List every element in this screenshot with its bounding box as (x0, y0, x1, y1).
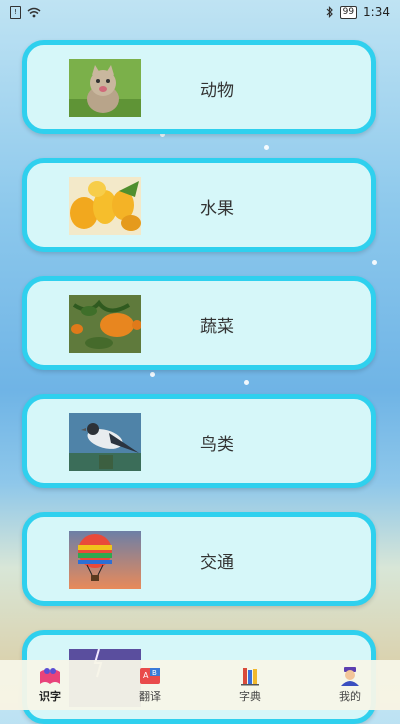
status-bar: ! 99 1:34 (0, 0, 400, 24)
category-card-transport[interactable]: 交通 (22, 512, 376, 606)
snow-speck (372, 260, 377, 265)
bottom-tab-bar: 识字 A B 翻译 字典 我的 (0, 660, 400, 710)
battery-indicator: 99 (339, 5, 358, 19)
open-book-icon (40, 668, 60, 684)
mango-photo (69, 177, 141, 235)
books-icon (241, 668, 259, 686)
sim-icon: ! (10, 5, 21, 19)
category-card-animals[interactable]: 动物 (22, 40, 376, 134)
category-card-fruit[interactable]: 水果 (22, 158, 376, 252)
abc-blocks-icon: A B (140, 668, 160, 684)
category-card-vegetables[interactable]: 蔬菜 (22, 276, 376, 370)
tab-label: 我的 (339, 690, 361, 703)
tab-literacy[interactable]: 识字 (0, 666, 100, 704)
tab-label: 字典 (239, 690, 261, 703)
tab-profile[interactable]: 我的 (300, 666, 400, 704)
wifi-icon (27, 7, 41, 17)
tab-dictionary[interactable]: 字典 (200, 666, 300, 704)
tab-translate[interactable]: A B 翻译 (100, 666, 200, 704)
category-card-birds[interactable]: 鸟类 (22, 394, 376, 488)
snow-speck (150, 372, 155, 377)
hot-air-balloon-photo (69, 531, 141, 589)
tab-label: 识字 (39, 690, 61, 703)
clock: 1:34 (363, 5, 390, 19)
bird-photo (69, 413, 141, 471)
category-label: 水果 (200, 199, 234, 219)
user-avatar-icon (341, 667, 359, 686)
snow-speck (264, 145, 269, 150)
svg-text:B: B (152, 669, 157, 677)
category-label: 交通 (200, 553, 234, 573)
kitten-photo (69, 59, 141, 117)
bluetooth-icon (326, 6, 333, 18)
tab-label: 翻译 (139, 690, 161, 703)
svg-text:A: A (143, 671, 149, 680)
tomato-plant-photo (69, 295, 141, 353)
category-label: 蔬菜 (200, 317, 234, 337)
category-label: 动物 (200, 81, 234, 101)
category-label: 鸟类 (200, 435, 234, 455)
snow-speck (244, 380, 249, 385)
